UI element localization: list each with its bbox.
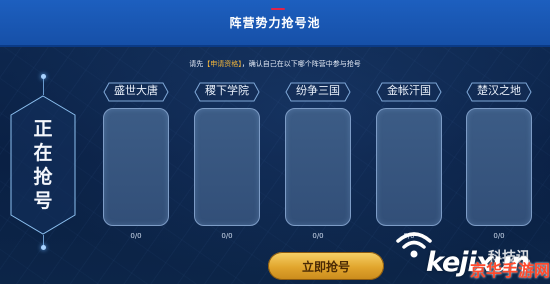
apply-qualification-link[interactable]: 【申请资格】 — [203, 60, 242, 68]
faction-card[interactable] — [285, 108, 351, 226]
faction-count: 0/0 — [221, 232, 233, 240]
instruction-suffix: ，确认自己在以下哪个阵营中参与抢号 — [241, 60, 361, 68]
grab-number-button[interactable]: 立即抢号 — [268, 252, 384, 280]
status-char: 正 — [33, 118, 53, 140]
faction-count: 0/0 — [130, 232, 142, 240]
faction-card[interactable] — [376, 108, 442, 226]
faction-name: 纷争三国 — [296, 84, 340, 97]
faction-count: 0/0 — [312, 232, 324, 240]
status-panel: 正 在 抢 号 — [10, 95, 76, 235]
faction-name: 金帐汗国 — [387, 84, 431, 97]
side-dot-top — [41, 74, 46, 79]
faction-name: 稷下学院 — [205, 84, 249, 97]
faction-card[interactable] — [103, 108, 169, 226]
status-text: 正 在 抢 号 — [10, 117, 76, 213]
watermark-cn-red: 京华手游网 — [470, 261, 550, 280]
status-char: 抢 — [33, 166, 53, 188]
page-title: 阵营势力抢号池 — [229, 16, 321, 30]
faction-card[interactable] — [194, 108, 260, 226]
instruction-text: 请先【申请资格】，确认自己在以下哪个阵营中参与抢号 — [0, 59, 550, 69]
faction-label: 盛世大唐 — [103, 82, 169, 102]
watermark: 科技讯 kejixun 京华手游网 — [388, 223, 550, 284]
title-accent-mark — [271, 8, 285, 10]
instruction-prefix: 请先 — [189, 60, 204, 68]
faction-card[interactable] — [466, 108, 532, 226]
status-char: 号 — [33, 190, 53, 212]
faction-name: 楚汉之地 — [477, 84, 521, 97]
side-dot-bottom — [41, 245, 46, 250]
faction-label: 纷争三国 — [285, 82, 351, 102]
faction-name: 盛世大唐 — [114, 84, 158, 97]
title-bar: 阵营势力抢号池 — [0, 0, 550, 47]
faction-label: 楚汉之地 — [466, 82, 532, 102]
faction-label: 稷下学院 — [194, 82, 260, 102]
grab-number-label: 立即抢号 — [301, 260, 350, 274]
status-char: 在 — [33, 142, 53, 164]
faction-label: 金帐汗国 — [376, 82, 442, 102]
